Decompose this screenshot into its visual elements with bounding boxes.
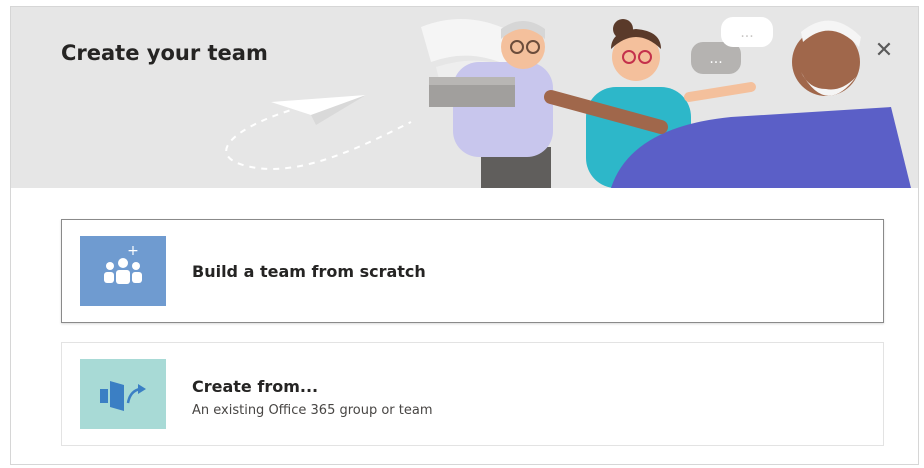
option-title: Build a team from scratch xyxy=(192,262,426,281)
option-title: Create from... xyxy=(192,377,319,396)
team-illustration: ... ... xyxy=(225,17,911,188)
create-from-icon xyxy=(80,359,166,429)
svg-text:...: ... xyxy=(709,51,722,67)
chat-bubble-icon: ... xyxy=(721,17,773,47)
dialog-header: Create your team ... ... ✕ xyxy=(11,7,918,188)
svg-text:+: + xyxy=(127,243,139,259)
svg-text:...: ... xyxy=(740,25,753,41)
paper-plane-icon xyxy=(271,95,366,125)
create-from-option[interactable]: Create from... An existing Office 365 gr… xyxy=(61,342,884,446)
create-team-dialog: Create your team ... ... ✕ + Build a tea… xyxy=(10,6,919,465)
option-subtitle: An existing Office 365 group or team xyxy=(192,403,433,418)
team-add-icon: + xyxy=(80,236,166,306)
build-from-scratch-option[interactable]: + Build a team from scratch xyxy=(61,219,884,323)
close-icon[interactable]: ✕ xyxy=(870,37,898,65)
